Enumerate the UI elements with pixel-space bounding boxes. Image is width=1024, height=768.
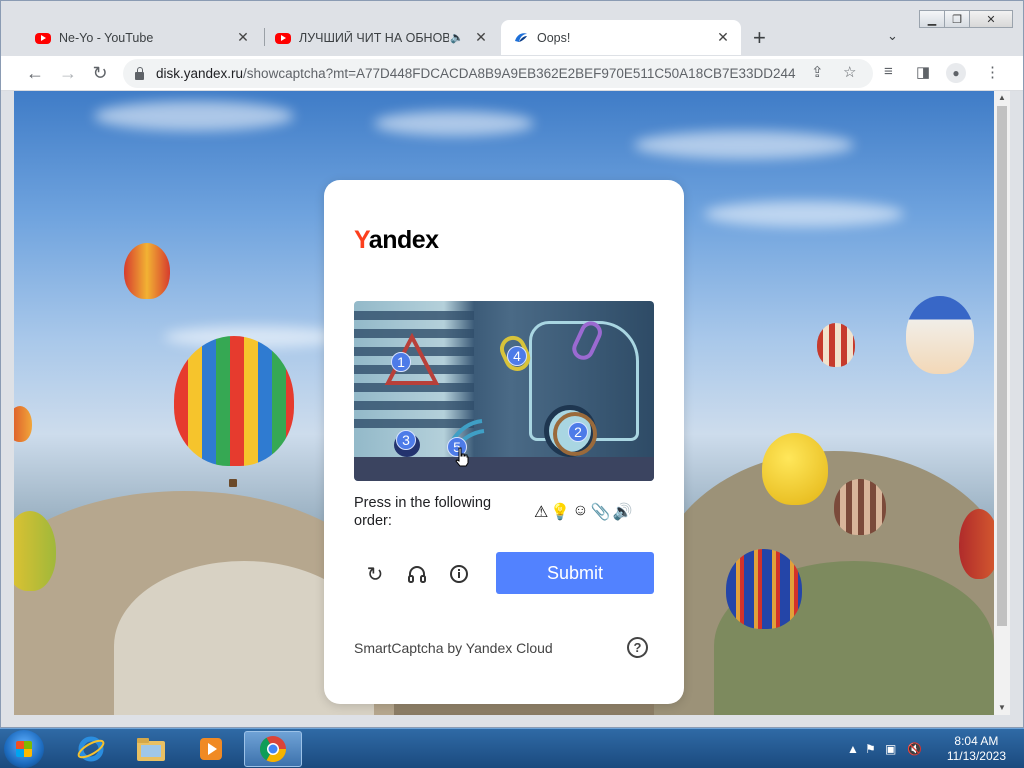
action-center-flag-icon[interactable]: ⚑ (865, 742, 876, 756)
tab-strip: Ne-Yo - YouTube ✕ ЛУЧШИЙ ЧИТ НА ОБНОВЛЕ … (1, 1, 1023, 56)
hot-air-balloon (726, 549, 802, 629)
youtube-icon (275, 32, 291, 44)
file-explorer-icon[interactable] (122, 731, 180, 767)
scroll-down-icon[interactable]: ▼ (994, 701, 1010, 715)
youtube-icon (35, 32, 51, 44)
cloud (374, 111, 534, 136)
headphones-icon[interactable] (405, 562, 429, 586)
captcha-instruction: Press in the following order: (354, 495, 492, 529)
side-panel-icon[interactable]: ◨ (916, 63, 930, 81)
click-marker-3[interactable]: 3 (396, 430, 416, 450)
yandex-logo: Yandex (354, 226, 439, 254)
reload-icon[interactable]: ↻ (88, 61, 112, 85)
captcha-image[interactable]: 1 2 3 4 5 (354, 301, 654, 481)
yandex-disk-icon (513, 30, 529, 46)
bookmark-star-icon[interactable]: ☆ (843, 63, 856, 81)
hot-air-balloon (174, 336, 294, 466)
cloud (634, 131, 854, 159)
close-tab-icon[interactable]: ✕ (715, 29, 731, 46)
profile-avatar-icon[interactable]: ● (946, 63, 966, 83)
browser-toolbar: ← → ↻ disk.yandex.ru/showcaptcha?mt=A77D… (1, 56, 1023, 91)
hot-air-balloon (959, 509, 994, 579)
submit-button[interactable]: Submit (496, 552, 654, 594)
media-player-icon[interactable] (182, 731, 240, 767)
hot-air-balloon (817, 323, 855, 367)
internet-explorer-icon[interactable] (62, 731, 120, 767)
click-marker-2[interactable]: 2 (568, 422, 588, 442)
close-tab-icon[interactable]: ✕ (235, 29, 251, 46)
order-icons: ⚠ 💡 ☺ 📎 🔊 (534, 502, 632, 522)
smiley-icon: ☺ (572, 502, 589, 519)
back-arrow-icon[interactable]: ← (23, 61, 47, 85)
close-tab-icon[interactable]: ✕ (473, 29, 489, 46)
clock-date: 11/13/2023 (946, 749, 1006, 763)
tab-youtube-cheat[interactable]: ЛУЧШИЙ ЧИТ НА ОБНОВЛЕ 🔈 ✕ (263, 20, 499, 55)
speaker-icon[interactable]: 🔈 (449, 31, 465, 44)
windows-taskbar: ▲ ⚑ ▣ 🔇 8:04 AM 11/13/2023 (0, 728, 1024, 768)
tab-title: ЛУЧШИЙ ЧИТ НА ОБНОВЛЕ (299, 30, 449, 45)
hot-air-balloon (14, 406, 32, 442)
network-icon[interactable]: ▣ (885, 742, 896, 756)
help-icon[interactable]: ? (627, 637, 648, 658)
captcha-card: Yandex 1 2 3 4 5 Press in the following … (324, 180, 684, 704)
volume-muted-icon[interactable]: 🔇 (907, 742, 922, 756)
start-button[interactable] (4, 730, 44, 768)
scroll-thumb[interactable] (997, 106, 1007, 626)
image-stripe (354, 401, 474, 410)
address-bar[interactable]: disk.yandex.ru/showcaptcha?mt=A77D448FDC… (123, 59, 873, 88)
system-tray: ▲ ⚑ ▣ 🔇 8:04 AM 11/13/2023 (839, 729, 1024, 768)
refresh-icon[interactable]: ↻ (363, 562, 387, 586)
paperclip-icon: 📎 (590, 504, 611, 521)
click-marker-1[interactable]: 1 (391, 352, 411, 372)
close-window-icon[interactable]: ✕ (969, 10, 1013, 28)
smartcaptcha-footer: SmartCaptcha by Yandex Cloud (354, 640, 553, 656)
image-stripe (354, 311, 474, 320)
chrome-taskbar-icon[interactable] (244, 731, 302, 767)
menu-kebab-icon[interactable]: ⋮ (985, 63, 1000, 81)
media-control-icon[interactable]: ≡ (884, 63, 893, 80)
info-icon[interactable] (447, 562, 471, 586)
page-scrollbar[interactable]: ▲ ▼ (994, 91, 1010, 715)
speaker-icon: 🔊 (612, 504, 633, 521)
clock[interactable]: 8:04 AM 11/13/2023 (947, 734, 1006, 764)
click-marker-4[interactable]: 4 (507, 346, 527, 366)
cloud (94, 101, 294, 131)
hot-air-balloon (906, 296, 974, 374)
hot-air-balloon (834, 479, 886, 535)
hot-air-balloon (762, 433, 828, 505)
window-controls: ▁ ❐ ✕ (919, 10, 1013, 28)
lock-icon (135, 66, 144, 80)
tab-search-chevron-icon[interactable]: ⌄ (887, 28, 898, 44)
cloud (704, 201, 904, 227)
new-tab-icon[interactable]: + (753, 25, 766, 51)
balloon-basket (229, 479, 237, 487)
tab-title: Oops! (537, 30, 571, 45)
share-icon[interactable]: ⇪ (811, 63, 824, 81)
forward-arrow-icon[interactable]: → (56, 61, 80, 85)
warning-icon: ⚠ (534, 504, 549, 521)
hand-cursor-icon (455, 447, 469, 467)
tab-oops[interactable]: Oops! ✕ (501, 20, 741, 55)
url-text[interactable]: disk.yandex.ru/showcaptcha?mt=A77D448FDC… (156, 66, 796, 81)
clock-time: 8:04 AM (954, 734, 999, 748)
tab-title: Ne-Yo - YouTube (59, 30, 154, 45)
tab-youtube-neyo[interactable]: Ne-Yo - YouTube ✕ (23, 20, 261, 55)
hot-air-balloon (124, 243, 170, 299)
lightbulb-icon: 💡 (550, 504, 571, 521)
maximize-icon[interactable]: ❐ (944, 10, 970, 28)
show-hidden-icons-icon[interactable]: ▲ (847, 742, 859, 756)
paperclip-shape (572, 321, 602, 360)
minimize-icon[interactable]: ▁ (919, 10, 945, 28)
scroll-up-icon[interactable]: ▲ (994, 91, 1010, 105)
